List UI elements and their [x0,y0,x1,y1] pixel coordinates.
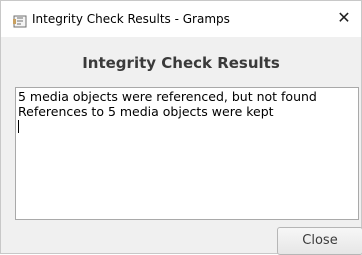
integrity-check-dialog: Integrity Check Results - Gramps ✕ Integ… [0,0,362,255]
dialog-heading: Integrity Check Results [82,54,280,72]
results-line: References to 5 media objects were kept [18,104,274,119]
gramps-app-icon [13,13,27,28]
text-cursor [18,120,19,133]
close-button[interactable]: Close [277,227,362,255]
close-icon[interactable]: ✕ [335,9,353,27]
title-bar[interactable]: Integrity Check Results - Gramps ✕ [1,1,361,37]
results-text-area[interactable]: 5 media objects were referenced, but not… [15,87,359,220]
window-title: Integrity Check Results - Gramps [32,12,230,26]
results-line: 5 media objects were referenced, but not… [18,89,317,104]
